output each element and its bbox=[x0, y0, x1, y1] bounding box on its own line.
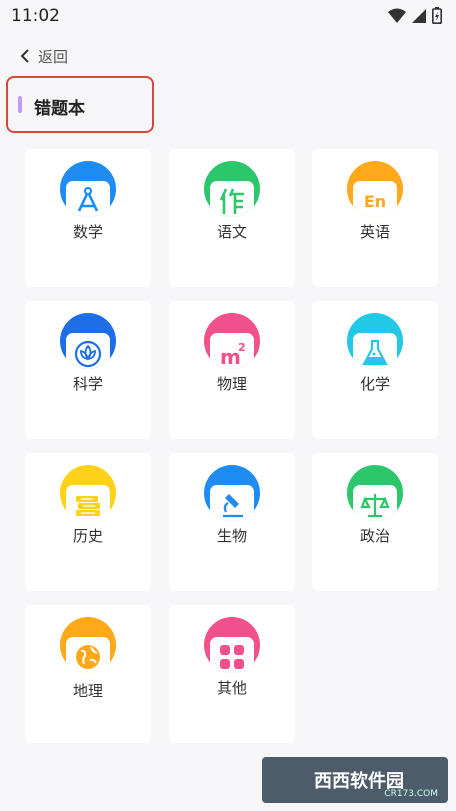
subject-card[interactable]: 其他 bbox=[169, 605, 295, 743]
back-button[interactable]: 返回 bbox=[18, 44, 68, 68]
subject-label: 历史 bbox=[72, 527, 103, 545]
compass-icon bbox=[60, 161, 116, 217]
page-title: 错题本 bbox=[34, 99, 85, 119]
subject-card[interactable]: 数学 bbox=[25, 149, 151, 287]
subject-label: 地理 bbox=[72, 682, 103, 700]
leaf-icon bbox=[60, 313, 116, 369]
balance-icon bbox=[347, 465, 403, 521]
svg-text:En: En bbox=[364, 192, 386, 211]
subject-card[interactable]: 生物 bbox=[169, 453, 295, 591]
status-bar: 11:02 bbox=[0, 0, 456, 32]
subject-label: 语文 bbox=[216, 223, 247, 241]
back-label: 返回 bbox=[38, 47, 69, 66]
subject-label: 物理 bbox=[216, 375, 247, 393]
subject-label: 科学 bbox=[72, 375, 103, 393]
svg-text:2: 2 bbox=[238, 341, 246, 354]
en-icon: En bbox=[347, 161, 403, 217]
zuo-character-icon bbox=[204, 161, 260, 217]
subject-label: 数学 bbox=[72, 223, 103, 241]
subject-label: 政治 bbox=[359, 527, 390, 545]
microscope-icon bbox=[204, 465, 260, 521]
subject-label: 英语 bbox=[359, 223, 390, 241]
subject-card[interactable]: En 英语 bbox=[312, 149, 438, 287]
subject-card[interactable]: 科学 bbox=[25, 301, 151, 439]
subject-label: 化学 bbox=[359, 375, 390, 393]
subject-card[interactable]: 化学 bbox=[312, 301, 438, 439]
subject-label: 生物 bbox=[216, 527, 247, 545]
watermark-domain: CR173.COM bbox=[384, 789, 438, 799]
subject-card[interactable]: m 2 物理 bbox=[169, 301, 295, 439]
subject-card[interactable]: 历史 bbox=[25, 453, 151, 591]
flask-icon bbox=[347, 313, 403, 369]
globe-icon bbox=[60, 617, 116, 673]
watermark-logo: 西西软件园 CR173.COM bbox=[262, 757, 448, 803]
subject-label: 其他 bbox=[216, 679, 247, 697]
subject-card[interactable]: 政治 bbox=[312, 453, 438, 591]
subject-card[interactable]: 地理 bbox=[25, 605, 151, 743]
subject-card[interactable]: 语文 bbox=[169, 149, 295, 287]
books-icon bbox=[60, 465, 116, 521]
title-accent-bar bbox=[18, 96, 22, 113]
wifi-icon bbox=[388, 8, 406, 23]
status-icons bbox=[388, 7, 442, 24]
m2-icon: m2 bbox=[204, 313, 260, 369]
grid-icon bbox=[204, 617, 260, 673]
signal-icon bbox=[412, 8, 426, 23]
status-time: 11:02 bbox=[11, 6, 60, 26]
battery-icon bbox=[432, 7, 442, 24]
chevron-left-icon bbox=[20, 49, 29, 63]
